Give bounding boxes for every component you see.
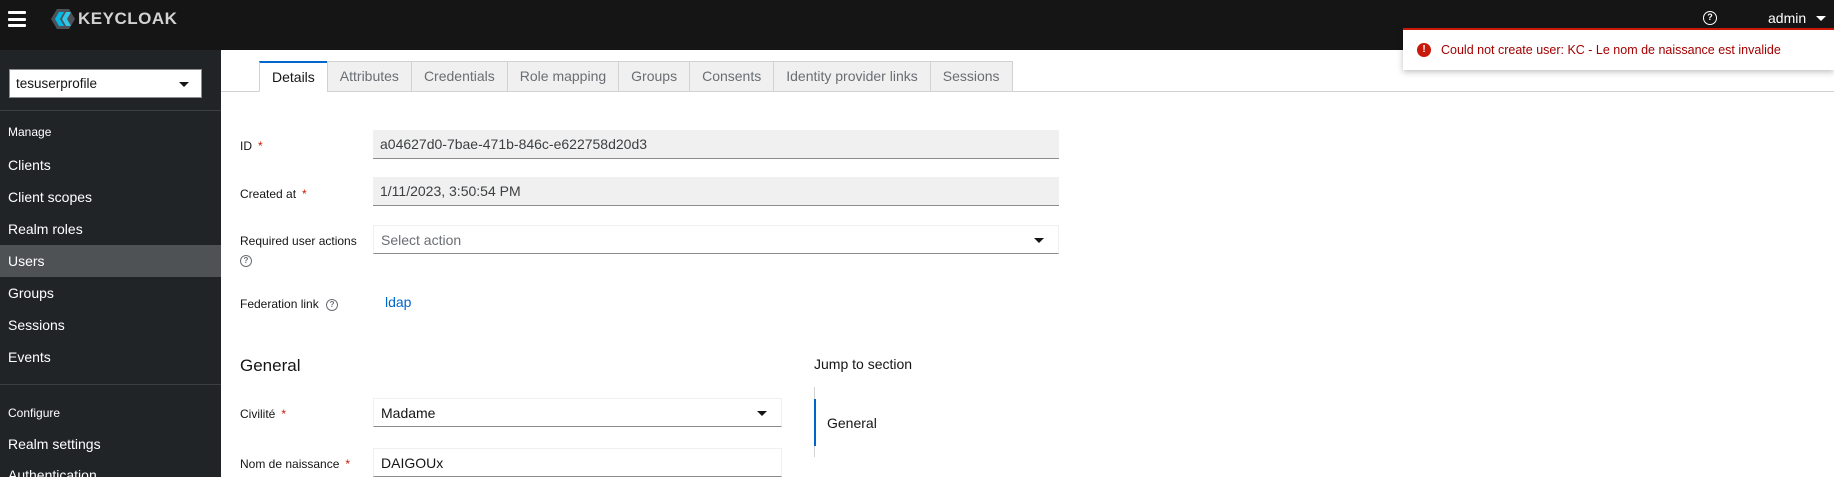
logo-text: KEYCLOAK <box>78 9 178 28</box>
required-actions-select[interactable]: Select action <box>373 225 1059 254</box>
realm-selector[interactable]: tesuserprofile <box>9 69 202 98</box>
civilite-label: Civilité * <box>240 407 287 421</box>
sidebar-divider <box>0 110 221 111</box>
user-tabs: Details Attributes Credentials Role mapp… <box>259 61 1013 92</box>
civilite-select[interactable]: Madame <box>373 398 782 427</box>
toast-message: Could not create user: KC - Le nom de na… <box>1441 43 1781 57</box>
id-field[interactable]: a04627d0-7bae-471b-846c-e622758d20d3 <box>373 130 1059 159</box>
federation-link-label: Federation link ? <box>240 297 339 311</box>
nom-de-naissance-input[interactable]: DAIGOUx <box>373 448 782 477</box>
sidebar-item-clients[interactable]: Clients <box>0 149 221 181</box>
help-icon[interactable]: ? <box>240 254 252 267</box>
sidebar-section-manage: Manage <box>8 125 52 139</box>
jump-nav-active-indicator <box>814 399 816 446</box>
tab-sessions[interactable]: Sessions <box>929 61 1013 92</box>
required-actions-label: Required user actions ? <box>240 234 357 267</box>
sidebar-item-authentication[interactable]: Authentication <box>0 459 221 477</box>
sidebar-section-configure: Configure <box>8 406 61 420</box>
sidebar: tesuserprofile Manage Clients Client sco… <box>0 50 221 477</box>
section-title-general: General <box>240 356 301 375</box>
caret-down-icon <box>757 411 767 416</box>
keycloak-logo-icon <box>51 9 75 29</box>
caret-down-icon <box>1034 238 1044 243</box>
jump-to-section-title: Jump to section <box>814 356 913 372</box>
tab-identity-provider-links[interactable]: Identity provider links <box>773 61 930 92</box>
user-name: admin <box>1768 10 1807 26</box>
exclamation-circle-icon: ! <box>1417 43 1431 57</box>
tab-credentials[interactable]: Credentials <box>410 61 507 92</box>
error-toast: ! Could not create user: KC - Le nom de … <box>1403 28 1834 70</box>
sidebar-item-realm-settings[interactable]: Realm settings <box>0 428 221 460</box>
realm-name: tesuserprofile <box>16 76 98 91</box>
required-actions-placeholder: Select action <box>381 232 462 248</box>
sidebar-item-users[interactable]: Users <box>0 245 221 277</box>
hamburger-menu-icon[interactable] <box>8 11 26 27</box>
question-circle-icon[interactable]: ? <box>1703 11 1717 25</box>
user-menu[interactable]: admin <box>1768 10 1827 26</box>
id-label: ID * <box>240 139 263 153</box>
sidebar-item-events[interactable]: Events <box>0 341 221 373</box>
sidebar-item-sessions[interactable]: Sessions <box>0 309 221 341</box>
federation-link[interactable]: ldap <box>385 294 411 310</box>
created-at-label: Created at * <box>240 187 307 201</box>
keycloak-logo[interactable]: KEYCLOAK <box>50 6 177 32</box>
caret-down-icon <box>179 82 189 87</box>
sidebar-divider <box>0 384 221 385</box>
civilite-value: Madame <box>381 405 436 421</box>
tab-attributes[interactable]: Attributes <box>326 61 411 92</box>
caret-down-icon <box>1816 15 1827 21</box>
sidebar-item-realm-roles[interactable]: Realm roles <box>0 213 221 245</box>
created-at-field[interactable]: 1/11/2023, 3:50:54 PM <box>373 177 1059 206</box>
tab-consents[interactable]: Consents <box>689 61 774 92</box>
required-marker: * <box>345 457 351 471</box>
help-icon[interactable]: ? <box>326 298 339 311</box>
jump-link-general[interactable]: General <box>827 415 877 431</box>
nom-de-naissance-label: Nom de naissance * <box>240 457 351 471</box>
sidebar-item-client-scopes[interactable]: Client scopes <box>0 181 221 213</box>
required-marker: * <box>258 139 263 153</box>
required-marker: * <box>281 407 287 421</box>
tab-groups[interactable]: Groups <box>618 61 690 92</box>
sidebar-item-groups[interactable]: Groups <box>0 277 221 309</box>
required-marker: * <box>302 187 307 201</box>
tab-details[interactable]: Details <box>259 61 327 92</box>
tab-role-mapping[interactable]: Role mapping <box>506 61 619 92</box>
